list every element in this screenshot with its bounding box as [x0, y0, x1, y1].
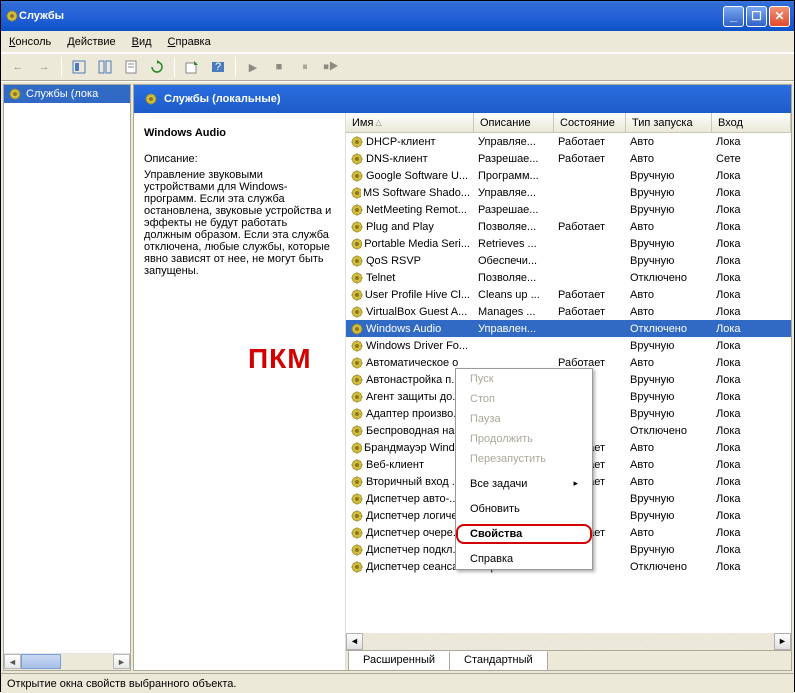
- maximize-button[interactable]: ☐: [746, 6, 767, 27]
- service-icon: [350, 203, 364, 217]
- forward-button: →: [33, 56, 55, 78]
- service-icon: [350, 237, 362, 251]
- service-icon: [350, 509, 364, 523]
- play-button: ▶: [242, 56, 264, 78]
- detail-desc-label: Описание:: [144, 153, 335, 165]
- svg-text:?: ?: [215, 61, 221, 73]
- service-icon: [350, 220, 364, 234]
- titlebar[interactable]: Службы _ ☐ ✕: [1, 1, 794, 31]
- service-icon: [350, 322, 364, 336]
- export-button[interactable]: [181, 56, 203, 78]
- service-icon: [350, 560, 364, 574]
- main-header: Службы (локальные): [134, 85, 791, 113]
- service-icon: [350, 475, 364, 489]
- col-logon[interactable]: Вход: [712, 113, 791, 132]
- ctx-alltasks[interactable]: Все задачи: [456, 474, 592, 494]
- services-tree-icon: [8, 87, 22, 101]
- table-row[interactable]: MS Software Shado...Управляе...ВручнуюЛо…: [346, 184, 791, 201]
- table-row[interactable]: Plug and PlayПозволяе...РаботаетАвтоЛока: [346, 218, 791, 235]
- menu-action[interactable]: Действие: [67, 36, 115, 48]
- status-text: Открытие окна свойств выбранного объекта…: [7, 678, 236, 690]
- table-row[interactable]: Google Software U...Программ...ВручнуюЛо…: [346, 167, 791, 184]
- service-icon: [350, 305, 364, 319]
- table-row[interactable]: Windows AudioУправлен...ОтключеноЛока: [346, 320, 791, 337]
- header-icon: [144, 92, 158, 106]
- ctx-stop: Стоп: [456, 389, 592, 409]
- ctx-restart: Перезапустить: [456, 449, 592, 469]
- service-icon: [350, 424, 364, 438]
- tree-item-services[interactable]: Службы (лока: [4, 85, 130, 103]
- help-button[interactable]: ?: [207, 56, 229, 78]
- services-icon: [5, 9, 19, 23]
- tree-pane: Службы (лока ◄►: [3, 84, 131, 671]
- service-icon: [350, 288, 363, 302]
- statusbar: Открытие окна свойств выбранного объекта…: [1, 673, 794, 693]
- service-icon: [350, 169, 364, 183]
- service-icon: [350, 458, 364, 472]
- menubar: Консоль Действие Вид Справка: [1, 31, 794, 53]
- tab-extended[interactable]: Расширенный: [348, 651, 450, 670]
- minimize-button[interactable]: _: [723, 6, 744, 27]
- service-icon: [350, 135, 364, 149]
- menu-console[interactable]: Консоль: [9, 36, 51, 48]
- close-button[interactable]: ✕: [769, 6, 790, 27]
- window-title: Службы: [19, 10, 64, 22]
- stop-button: ■: [268, 56, 290, 78]
- column-headers: Имя △ Описание Состояние Тип запуска Вхо…: [346, 113, 791, 133]
- ctx-refresh[interactable]: Обновить: [456, 499, 592, 519]
- service-icon: [350, 441, 362, 455]
- service-icon: [350, 407, 364, 421]
- service-icon: [350, 152, 364, 166]
- service-icon: [350, 339, 364, 353]
- toolbar-btn-2[interactable]: [94, 56, 116, 78]
- properties-button[interactable]: [120, 56, 142, 78]
- table-row[interactable]: Windows Driver Fo...ВручнуюЛока: [346, 337, 791, 354]
- col-desc[interactable]: Описание: [474, 113, 554, 132]
- detail-desc: Управление звуковыми устройствами для Wi…: [144, 169, 335, 277]
- table-row[interactable]: NetMeeting Remot...Разрешае...ВручнуюЛок…: [346, 201, 791, 218]
- back-button: ←: [7, 56, 29, 78]
- table-row[interactable]: VirtualBox Guest A...Manages ...Работает…: [346, 303, 791, 320]
- refresh-button[interactable]: [146, 56, 168, 78]
- tab-standard[interactable]: Стандартный: [450, 651, 548, 670]
- service-icon: [350, 186, 361, 200]
- col-startup[interactable]: Тип запуска: [626, 113, 712, 132]
- table-row[interactable]: Portable Media Seri...Retrieves ...Вручн…: [346, 235, 791, 252]
- service-icon: [350, 390, 364, 404]
- pause-button: ⏸: [294, 56, 316, 78]
- service-icon: [350, 373, 364, 387]
- table-row[interactable]: TelnetПозволяе...ОтключеноЛока: [346, 269, 791, 286]
- table-row[interactable]: QoS RSVPОбеспечи...ВручнуюЛока: [346, 252, 791, 269]
- tabs: Расширенный Стандартный: [346, 650, 791, 670]
- ctx-help[interactable]: Справка: [456, 549, 592, 569]
- table-row[interactable]: DNS-клиентРазрешае...РаботаетАвтоСете: [346, 150, 791, 167]
- context-menu: Пуск Стоп Пауза Продолжить Перезапустить…: [455, 368, 593, 570]
- restart-button: ⏹▶: [320, 56, 342, 78]
- detail-title: Windows Audio: [144, 127, 335, 139]
- table-row[interactable]: User Profile Hive Cl...Cleans up ...Рабо…: [346, 286, 791, 303]
- toolbar-btn-1[interactable]: [68, 56, 90, 78]
- service-icon: [350, 492, 364, 506]
- ctx-properties[interactable]: Свойства: [456, 524, 592, 544]
- table-row[interactable]: DHCP-клиентУправляе...РаботаетАвтоЛока: [346, 133, 791, 150]
- col-state[interactable]: Состояние: [554, 113, 626, 132]
- ctx-resume: Продолжить: [456, 429, 592, 449]
- ctx-pause: Пауза: [456, 409, 592, 429]
- ctx-start: Пуск: [456, 369, 592, 389]
- annotation-label: ПКМ: [248, 343, 312, 375]
- service-icon: [350, 526, 364, 540]
- tree-scrollbar[interactable]: ◄►: [4, 653, 130, 670]
- list-hscroll[interactable]: ◄ ►: [346, 633, 791, 650]
- menu-view[interactable]: Вид: [132, 36, 152, 48]
- detail-pane: Windows Audio Описание: Управление звуко…: [134, 113, 346, 670]
- service-icon: [350, 543, 364, 557]
- toolbar: ← → ? ▶ ■ ⏸ ⏹▶: [1, 53, 794, 81]
- service-icon: [350, 271, 364, 285]
- col-name[interactable]: Имя △: [346, 113, 474, 132]
- service-icon: [350, 254, 364, 268]
- window: Службы _ ☐ ✕ Консоль Действие Вид Справк…: [0, 0, 795, 692]
- service-icon: [350, 356, 364, 370]
- menu-help[interactable]: Справка: [168, 36, 211, 48]
